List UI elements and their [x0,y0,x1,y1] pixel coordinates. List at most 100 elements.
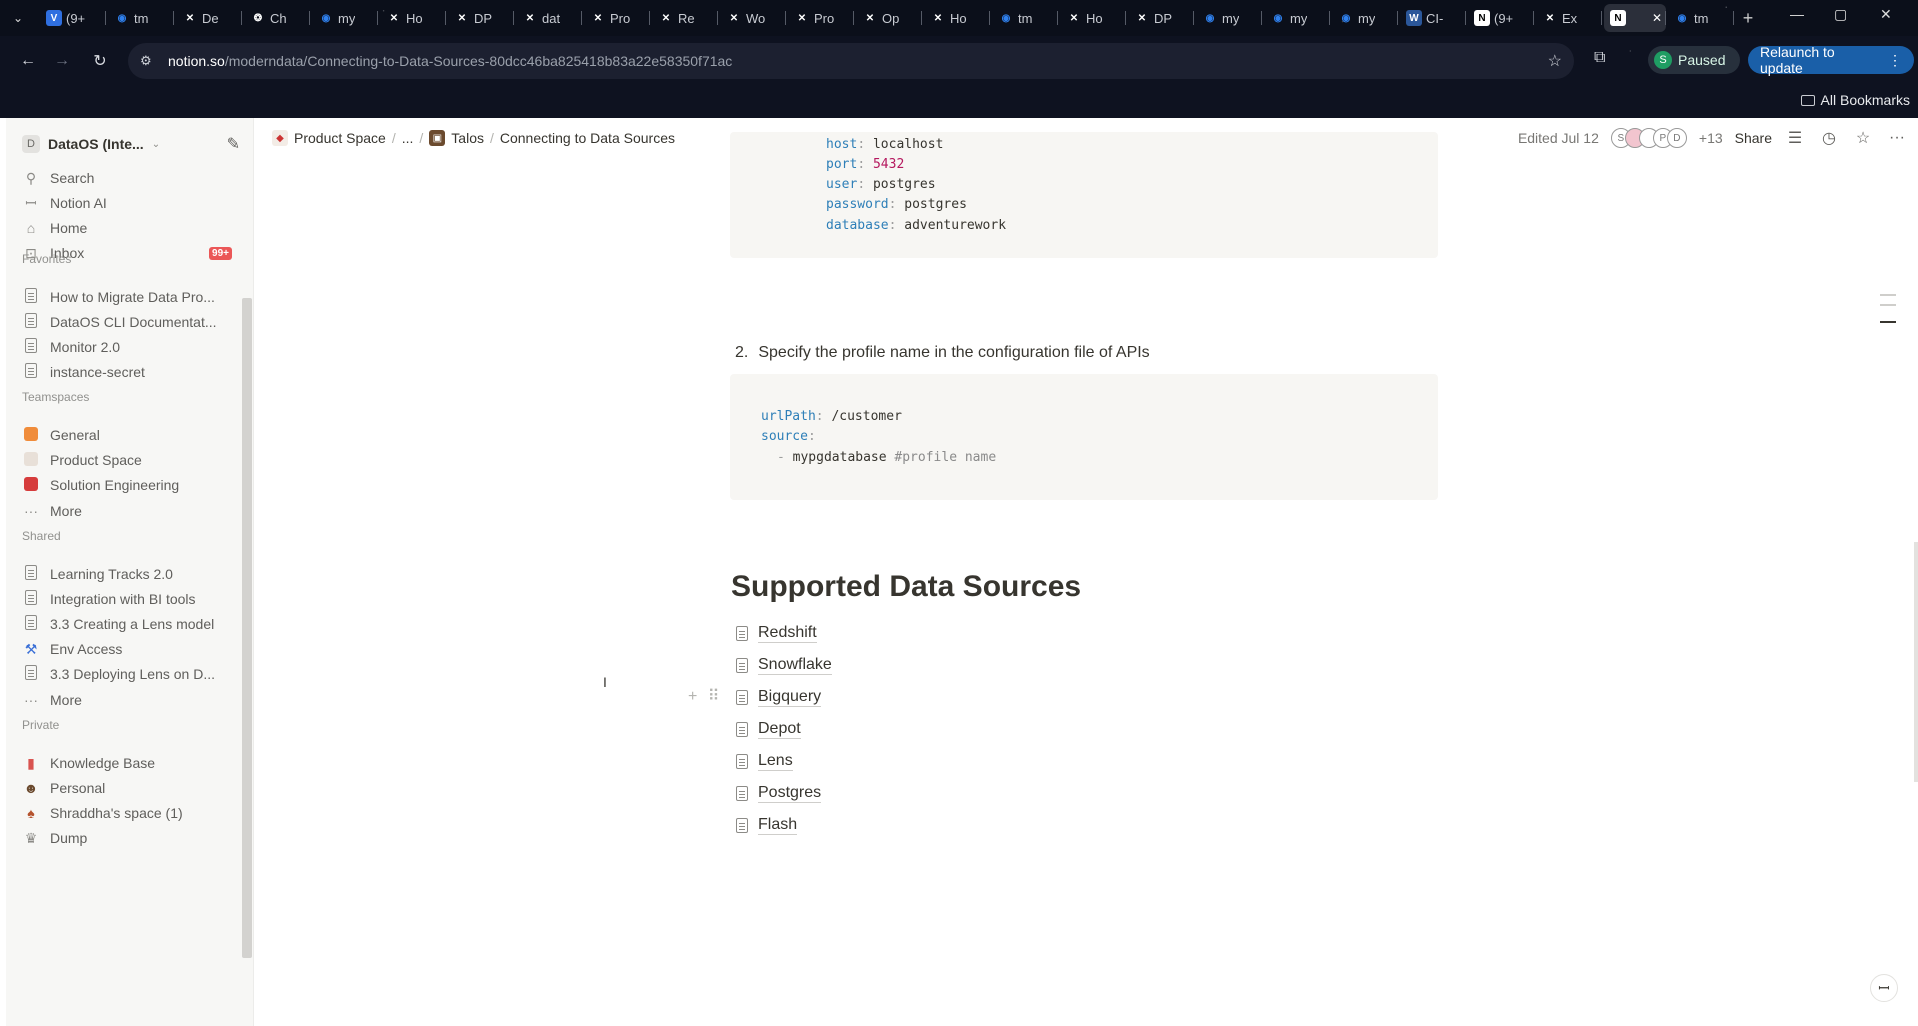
close-window-icon[interactable]: ✕ [1880,6,1892,23]
sidebar-item-shared[interactable]: ⚒ Env Access [16,635,244,663]
code-block-api-config[interactable]: urlPath: /customer source: - mypgdatabas… [730,374,1438,500]
code-block-connection[interactable]: host: localhost port: 5432 user: postgre… [730,132,1438,258]
bookmark-star-icon[interactable]: ☆ [1548,51,1562,71]
site-info-icon[interactable]: ⚙ [140,53,160,69]
browser-tab[interactable]: ✕ De [176,4,242,32]
extensions-icon[interactable]: ⧉ [1594,49,1605,67]
browser-tab[interactable]: ✕ dat [516,4,582,32]
new-tab-icon[interactable]: + [1736,4,1760,32]
page-link-snowflake[interactable]: Snowflake [736,652,832,678]
share-button[interactable]: Share [1735,130,1772,146]
kebab-menu-icon[interactable]: ⋮ [1888,52,1902,69]
forward-icon[interactable]: → [50,49,74,73]
comments-icon[interactable]: ☰ [1784,128,1806,148]
page-link-bigquery[interactable]: Bigquery [736,684,822,710]
shared-heading[interactable]: Shared [22,529,61,543]
address-bar[interactable]: ⚙ notion.so/moderndata/Connecting-to-Dat… [128,43,1574,79]
browser-tab[interactable]: ◉ tm [108,4,174,32]
more-collaborators-count[interactable]: +13 [1699,130,1723,146]
page-scrollbar[interactable] [1914,542,1918,782]
close-tab-icon[interactable]: ✕ [1652,11,1662,25]
sidebar-item-notion-ai[interactable]: ꟷ Notion AI [16,189,244,217]
more-options-icon[interactable]: ··· [1886,129,1908,147]
add-block-icon[interactable]: + [688,688,697,705]
breadcrumb-talos[interactable]: ▣ Talos [429,130,484,146]
new-page-icon[interactable]: ✎ [227,134,240,154]
sidebar-item-private[interactable]: ▮ Knowledge Base [16,749,244,777]
numbered-list-item[interactable]: 2. Specify the profile name in the confi… [735,344,1150,362]
sidebar-item-favorite[interactable]: Monitor 2.0 [16,333,244,361]
browser-tab[interactable]: ◉ tm [992,4,1058,32]
page-link-redshift[interactable]: Redshift [736,620,817,646]
browser-tab[interactable]: ◉ my [1264,4,1330,32]
browser-tab[interactable]: N ✕ [1604,4,1666,32]
breadcrumb-current-page[interactable]: Connecting to Data Sources [500,130,675,146]
browser-tab[interactable]: ✕ Wo [720,4,786,32]
teamspaces-heading[interactable]: Teamspaces [22,390,89,404]
page-link-lens[interactable]: Lens [736,748,793,774]
browser-tab[interactable]: ✕ Pro [788,4,854,32]
browser-tab[interactable]: ❂ Ch [244,4,310,32]
breadcrumb-ellipsis[interactable]: ... [402,130,414,146]
sidebar-item-teamspace[interactable]: General [16,421,244,449]
sidebar-item-teamspace[interactable]: Solution Engineering [16,471,244,499]
shared-more-button[interactable]: ··· More [16,686,244,714]
browser-tab[interactable]: ✕ Ho [924,4,990,32]
browser-tab[interactable]: ◉ my [1196,4,1262,32]
maximize-icon[interactable]: ▢ [1834,6,1847,23]
browser-tab[interactable]: ◉ my [1332,4,1398,32]
private-heading[interactable]: Private [22,718,59,732]
browser-tab[interactable]: ✕ Ho [380,4,446,32]
workspace-switcher[interactable]: D DataOS (Inte... ⌄ ✎ [16,130,244,158]
sidebar-item-teamspace[interactable]: Product Space [16,446,244,474]
sidebar-item-favorite[interactable]: instance-secret [16,358,244,386]
url-text[interactable]: notion.so/moderndata/Connecting-to-Data-… [168,53,732,69]
sidebar-item-home[interactable]: ⌂ Home [16,214,244,242]
sidebar-item-shared[interactable]: 3.3 Deploying Lens on D... [16,660,244,688]
minimize-icon[interactable]: — [1790,6,1804,22]
sidebar-item-private[interactable]: ♠ Shraddha's space (1) [16,799,244,827]
all-bookmarks-button[interactable]: All Bookmarks [1800,92,1910,108]
page-link-flash[interactable]: Flash [736,812,798,838]
page-link-postgres[interactable]: Postgres [736,780,822,806]
breadcrumb-product-space[interactable]: ◆ Product Space [272,130,386,146]
outline-tick-active[interactable] [1880,321,1896,323]
browser-tab[interactable]: ◉ tm [1668,4,1734,32]
history-icon[interactable]: ◷ [1818,128,1840,148]
sidebar-item-search[interactable]: ⚲ Search [16,164,244,192]
browser-tab[interactable]: ✕ Op [856,4,922,32]
profile-button[interactable]: S Paused [1648,46,1740,74]
drag-handle-icon[interactable]: ⠿ [708,688,720,705]
sidebar-item-shared[interactable]: 3.3 Creating a Lens model [16,610,244,638]
browser-tab[interactable]: ✕ DP [1128,4,1194,32]
reload-icon[interactable]: ↻ [88,49,112,73]
browser-tab[interactable]: V (9+ [40,4,106,32]
browser-tab[interactable]: ✕ DP [448,4,514,32]
sidebar-scrollbar[interactable] [242,298,252,958]
relaunch-button[interactable]: Relaunch to update ⋮ [1748,44,1914,76]
tab-search-chevron-icon[interactable]: ⌄ [8,8,28,28]
collaborators-facepile[interactable]: S P D [1610,128,1687,148]
teamspaces-more-button[interactable]: ··· More [16,497,244,525]
browser-tab[interactable]: ✕ Ex [1536,4,1602,32]
browser-tab[interactable]: ✕ Re [652,4,718,32]
sidebar-item-favorite[interactable]: How to Migrate Data Pro... [16,283,244,311]
browser-tab[interactable]: ◉ my [312,4,378,32]
browser-tab[interactable]: ✕ Pro [584,4,650,32]
browser-tab[interactable]: ✕ Ho [1060,4,1126,32]
sidebar-item-shared[interactable]: Learning Tracks 2.0 [16,560,244,588]
sidebar-item-private[interactable]: ♛ Dump [16,824,244,852]
browser-tab[interactable]: W CI- [1400,4,1466,32]
outline-tick[interactable] [1880,294,1896,296]
section-heading[interactable]: Supported Data Sources [731,570,1081,604]
back-icon[interactable]: ← [16,49,40,73]
favorite-star-icon[interactable]: ☆ [1852,128,1874,148]
sidebar-item-shared[interactable]: Integration with BI tools [16,585,244,613]
notion-ai-help-button[interactable]: ꟷ [1870,974,1898,1002]
favorites-heading[interactable]: Favorites [22,252,71,266]
outline-tick[interactable] [1880,304,1896,306]
page-link-depot[interactable]: Depot [736,716,801,742]
sidebar-item-favorite[interactable]: DataOS CLI Documentat... [16,308,244,336]
browser-tab[interactable]: N (9+ [1468,4,1534,32]
sidebar-item-private[interactable]: ☻ Personal [16,774,244,802]
